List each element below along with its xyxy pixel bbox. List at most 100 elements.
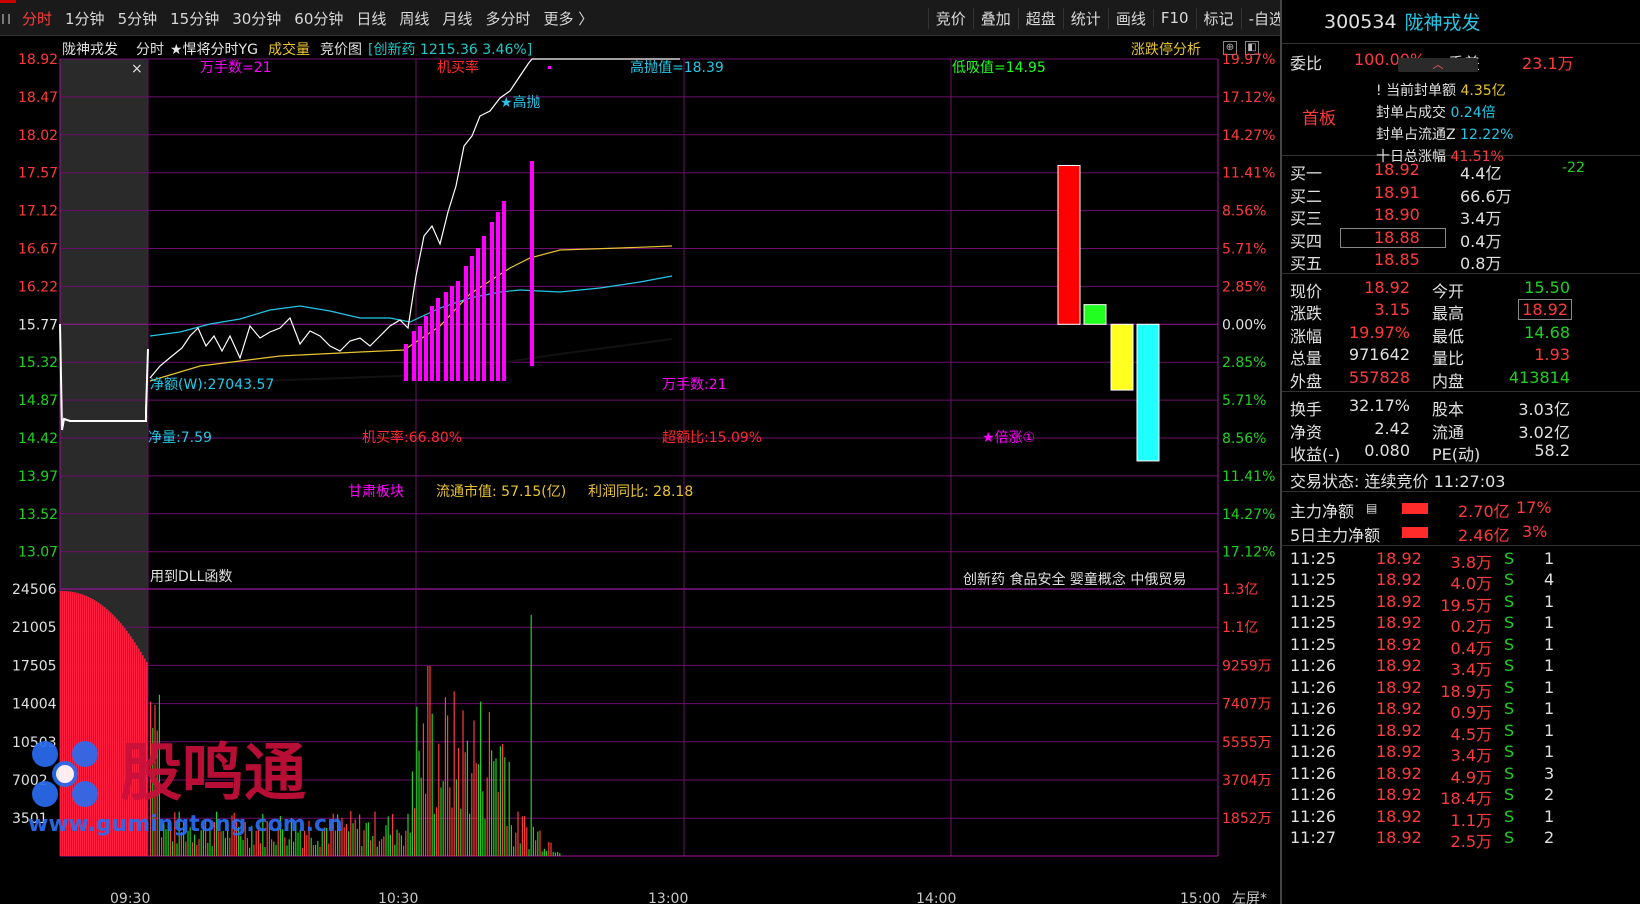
auction-volume-bar xyxy=(110,760,112,856)
high-sell-marker: ★高抛 xyxy=(500,94,541,111)
trade-side: S xyxy=(1504,720,1515,740)
trade-price: 18.92 xyxy=(1376,828,1422,847)
bid-volume: 0.8万 xyxy=(1460,254,1502,273)
volume-bar xyxy=(403,845,405,856)
watermark-logo-center xyxy=(56,765,74,783)
volume-bar xyxy=(374,811,376,856)
quote-row: 总量 971642 量比 1.93 xyxy=(1282,343,1640,368)
tool-button[interactable]: 标记 xyxy=(1195,7,1241,29)
volume-bar xyxy=(381,839,383,856)
trade-time: 11:25 xyxy=(1290,570,1337,589)
volume-bar xyxy=(284,837,286,856)
period-tab[interactable]: 日线 xyxy=(356,8,386,29)
tool-button[interactable]: 叠加 xyxy=(972,7,1018,29)
fund-row: 换手 32.17% 股本 3.03亿 xyxy=(1282,394,1640,419)
fundamental-stats: 换手 32.17% 股本 3.03亿 净资 2.42 流通 3.02亿 收益(-) 0.080 PE… xyxy=(1282,392,1640,464)
volume-bar xyxy=(376,846,378,856)
volume-bar xyxy=(240,835,242,856)
volume-bar xyxy=(275,844,277,856)
trade-time: 11:26 xyxy=(1290,763,1337,783)
volume-bar xyxy=(436,807,438,856)
low-buy-value: 低吸值=14.95 xyxy=(952,60,1046,76)
bid-row[interactable]: 买四 18.88 0.4万 xyxy=(1282,226,1640,251)
trade-time: 11:26 xyxy=(1290,742,1337,761)
period-tab[interactable]: 多分时 xyxy=(485,8,530,29)
period-tab[interactable]: 5分钟 xyxy=(118,8,158,29)
volume-bar xyxy=(438,743,440,856)
trade-count: 1 xyxy=(1544,634,1555,654)
tool-button[interactable]: F10 xyxy=(1152,9,1196,27)
volume-bar xyxy=(559,853,561,856)
fund-value: 2.42 xyxy=(1374,418,1410,438)
trade-price: 18.92 xyxy=(1376,742,1422,761)
collapse-button[interactable]: ︿ xyxy=(1398,58,1478,72)
indicator-bar xyxy=(1057,164,1081,325)
trade-row: 11:26 18.92 0.9万 S 1 xyxy=(1282,698,1640,722)
trade-count: 1 xyxy=(1544,742,1555,761)
signal-bar xyxy=(490,222,494,381)
period-tab[interactable]: 月线 xyxy=(442,8,472,29)
auction-volume-bar xyxy=(62,854,64,856)
volume-bar xyxy=(515,832,517,856)
trade-price: 18.92 xyxy=(1376,634,1422,654)
period-tab[interactable]: 分时 xyxy=(22,8,52,29)
volume-bar xyxy=(249,847,251,856)
price-tick-label: 13.07 xyxy=(18,545,58,561)
trade-count: 1 xyxy=(1544,613,1555,632)
trade-count: 2 xyxy=(1544,785,1555,804)
quote-value: 3.15 xyxy=(1374,300,1410,319)
volume-bar xyxy=(352,823,354,856)
period-tab[interactable]: 1分钟 xyxy=(65,8,105,29)
tool-button[interactable]: 统计 xyxy=(1062,7,1108,29)
signal-bar xyxy=(404,344,408,381)
signal-bar xyxy=(418,326,422,381)
volume-amount-tick-label: 5555万 xyxy=(1222,735,1272,751)
watermark-brand: 股鸣通 xyxy=(120,736,306,809)
bid-row[interactable]: 买五 18.85 0.8万 xyxy=(1282,248,1640,273)
info-icon[interactable]: ▤ xyxy=(1366,501,1377,515)
volume-bar xyxy=(486,777,488,856)
high-sell-value: 高抛值=18.39 xyxy=(630,59,724,76)
trade-price: 18.92 xyxy=(1376,806,1422,826)
auction-volume-bar xyxy=(74,837,76,856)
period-tab[interactable]: 60分钟 xyxy=(294,8,343,29)
stock-name[interactable]: 陇神戎发 xyxy=(1405,8,1481,35)
bid-row[interactable]: 买一 18.92 4.4亿 -22 xyxy=(1282,158,1640,183)
bid-row[interactable]: 买二 18.91 66.6万 xyxy=(1282,181,1640,206)
period-tab[interactable]: 15分钟 xyxy=(170,8,219,29)
main-net-value: 2.70亿 xyxy=(1458,501,1510,521)
volume-bar xyxy=(548,841,550,856)
bid-row[interactable]: 买三 18.90 3.4万 xyxy=(1282,203,1640,228)
tool-button[interactable]: 竞价 xyxy=(927,7,973,29)
drag-handle[interactable] xyxy=(2,14,10,24)
period-tab[interactable]: 周线 xyxy=(399,8,429,29)
tool-button[interactable]: 画线 xyxy=(1107,7,1153,29)
fund-value: 58.2 xyxy=(1534,441,1570,460)
volume-bar xyxy=(475,763,477,856)
seal-value: 0.24倍 xyxy=(1450,105,1496,121)
trade-row: 11:26 18.92 3.4万 S 1 xyxy=(1282,655,1640,679)
volume-bar xyxy=(389,834,391,856)
bid-label: 买五 xyxy=(1290,254,1323,273)
period-tab[interactable]: 更多 〉 xyxy=(543,8,593,29)
watermark: 股鸣通 www.gumingtong.com.cn xyxy=(28,736,343,837)
volume-bar xyxy=(271,839,273,856)
volume-bar xyxy=(286,845,288,856)
window-indicator xyxy=(0,0,16,3)
quote-value: 557828 xyxy=(1348,367,1410,387)
tool-button[interactable]: 超盘 xyxy=(1017,7,1063,29)
trade-ticker[interactable]: 11:25 18.92 3.8万 S 1 11:25 18.92 4.0万 S 4 11:25 18.… xyxy=(1282,546,1640,852)
period-tab[interactable]: 30分钟 xyxy=(232,8,281,29)
volume-bar xyxy=(354,819,356,856)
trade-count: 1 xyxy=(1544,720,1555,740)
trade-side: S xyxy=(1504,763,1515,783)
volume-bar xyxy=(420,777,422,856)
indicator-bar xyxy=(1083,304,1107,325)
intraday-chart[interactable]: 18.92 18.47 18.02 17.57 17.12 16.67 16.22 15.77… xyxy=(0,36,1280,904)
volume-bar xyxy=(495,758,497,856)
bid-price: 18.88 xyxy=(1374,227,1420,247)
indicator-bar xyxy=(1136,323,1160,462)
trade-time: 11:26 xyxy=(1290,785,1337,804)
trade-row: 11:25 18.92 4.0万 S 4 xyxy=(1282,569,1640,593)
volume-bar xyxy=(517,811,519,856)
